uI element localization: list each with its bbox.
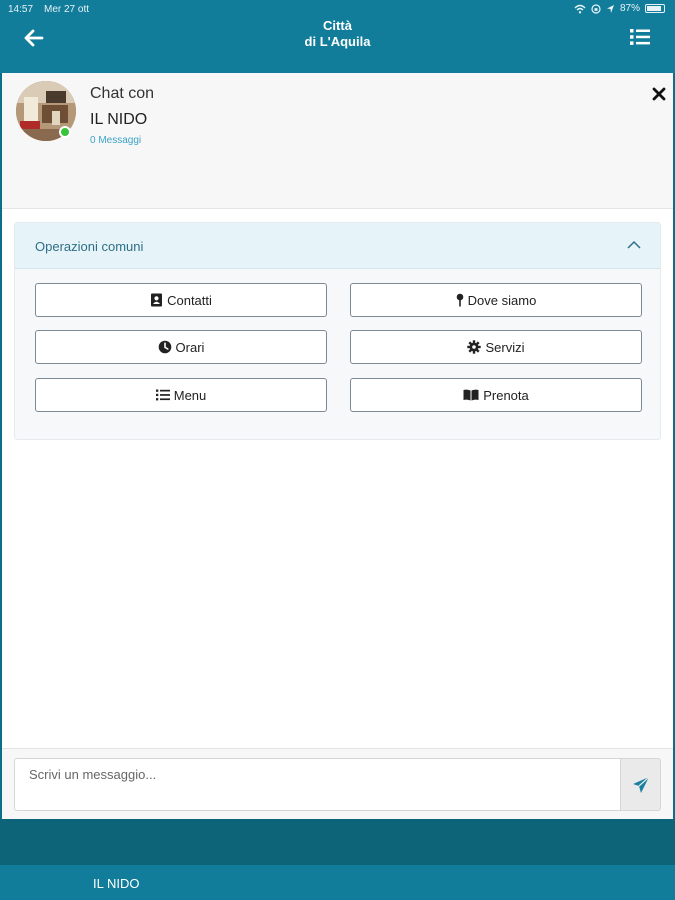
send-button[interactable] [620,758,661,811]
lock-rotation-icon [591,3,601,14]
orari-button[interactable]: Orari [35,330,327,364]
dove-siamo-button[interactable]: Dove siamo [350,283,642,317]
map-pin-icon [456,293,463,307]
common-operations-toggle[interactable]: Operazioni comuni [15,223,660,269]
gear-icon [467,340,482,354]
clock-icon [158,340,171,354]
common-operations-card: Operazioni comuni Contatti Dove siamo Or… [14,222,661,440]
message-composer [2,748,673,819]
status-date: Mer 27 ott [44,4,90,15]
footer-strip [0,819,675,865]
list-icon [155,389,170,401]
title-line-1: Città [323,18,352,33]
list-icon [630,29,650,45]
address-book-icon [151,293,163,307]
chat-header: Chat con IL NIDO 0 Messaggi [2,73,673,209]
prenota-button[interactable]: Prenota [350,378,642,412]
contatti-label: Contatti [167,292,212,308]
status-time: 14:57 [8,4,34,15]
common-operations-title: Operazioni comuni [35,239,144,254]
contatti-button[interactable]: Contatti [35,283,327,317]
book-icon [463,389,479,401]
send-icon [632,776,649,793]
battery-percent: 87% [619,3,640,14]
online-status-dot [59,126,71,138]
prenota-label: Prenota [483,387,529,403]
chat-with-label: Chat con [90,85,155,102]
tab-il-nido[interactable]: IL NIDO [93,876,139,891]
wifi-icon [574,4,586,13]
servizi-label: Servizi [485,339,525,355]
servizi-button[interactable]: Servizi [350,330,642,364]
location-arrow-icon [606,4,614,13]
close-button[interactable] [651,86,667,102]
chat-contact-name: IL NIDO [90,111,148,128]
chevron-up-icon [627,240,641,249]
chat-panel: Chat con IL NIDO 0 Messaggi Operazioni c… [2,73,673,819]
status-indicators: 87% [574,3,665,14]
menu-button[interactable] [629,27,651,47]
menu-option-button[interactable]: Menu [35,378,327,412]
close-icon [652,87,666,101]
menu-option-label: Menu [173,387,207,403]
status-bar: 14:57 Mer 27 ott 87% [0,0,675,18]
battery-icon [645,4,665,13]
orari-label: Orari [175,339,205,355]
message-count: 0 Messaggi [90,135,142,146]
bottom-tab-bar: IL NIDO [0,865,675,900]
dove-siamo-label: Dove siamo [467,292,537,308]
title-line-2: di L'Aquila [304,34,371,49]
top-nav-bar: Città di L'Aquila [0,18,675,73]
message-input[interactable] [14,758,620,811]
page-title: Città di L'Aquila [0,18,675,50]
